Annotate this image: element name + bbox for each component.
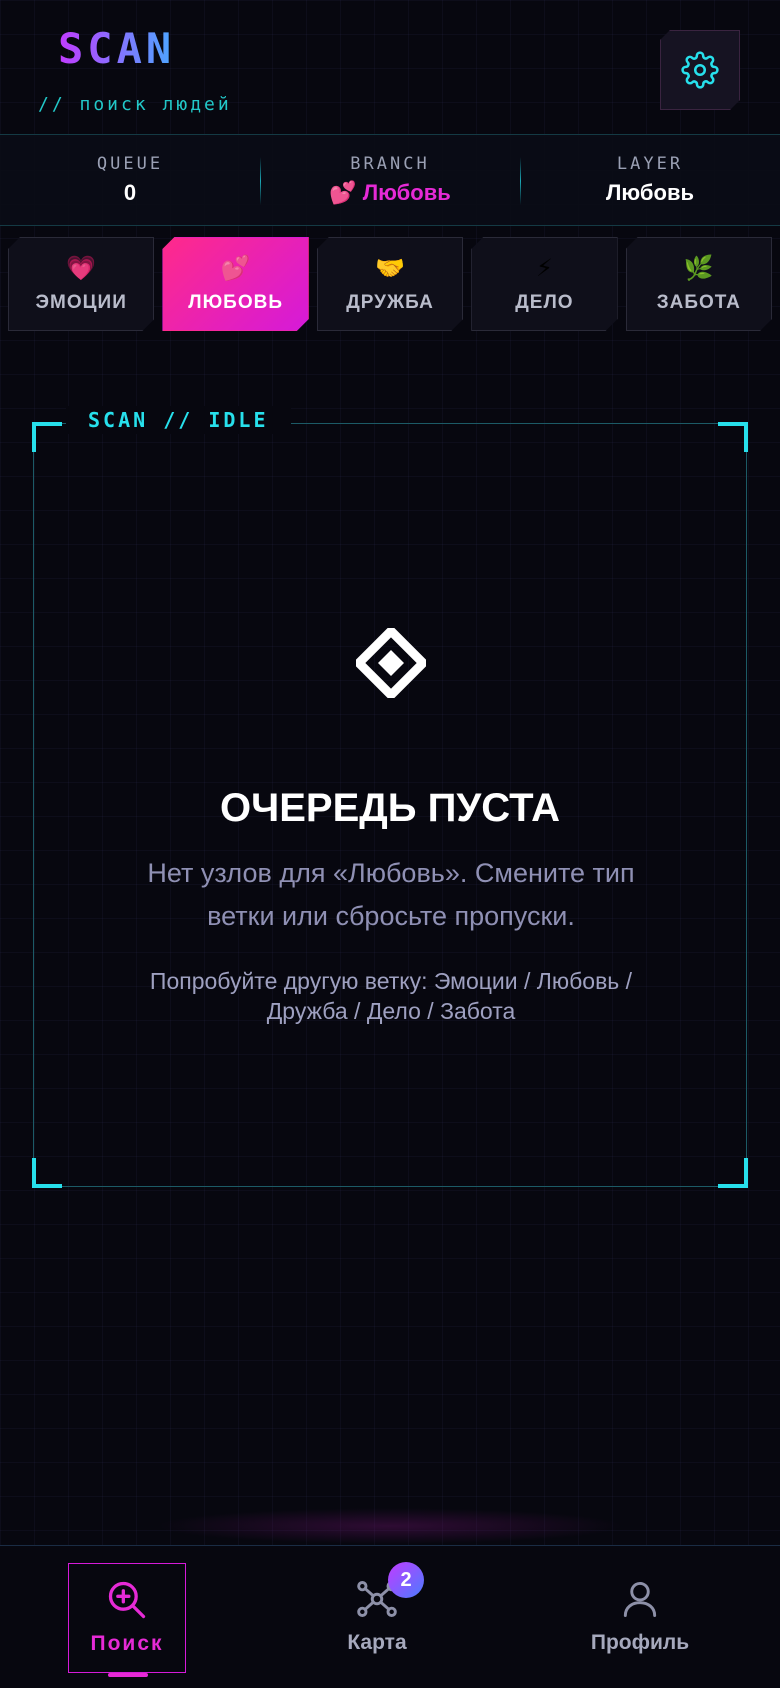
scan-panel: SCAN // IDLE ОЧЕРЕДЬ ПУСТА Нет узлов для… — [32, 406, 748, 1188]
lightning-icon: ⚡ — [535, 254, 553, 282]
stat-queue-label: QUEUE — [96, 154, 164, 174]
empty-state-hint: Попробуйте другую ветку: Эмоции / Любовь… — [149, 968, 633, 1024]
nav-map-label: Карта — [347, 1631, 407, 1654]
scan-status: SCAN // IDLE — [66, 406, 291, 434]
nav-profile-label: Профиль — [590, 1631, 690, 1654]
stat-layer-label: LAYER — [616, 154, 684, 174]
empty-state-title: ОЧЕРЕДЬ ПУСТА — [220, 786, 560, 830]
diamond-icon — [356, 628, 426, 698]
tab-emotions-label: ЭМОЦИИ — [35, 292, 127, 313]
scan-screen: SCAN // поиск людей QUEUE 0 BRANCH 💕 Люб… — [0, 0, 780, 1688]
tab-care[interactable]: 🌿 ЗАБОТА — [626, 237, 772, 331]
tab-care-label: ЗАБОТА — [656, 292, 741, 313]
nav-search[interactable]: Поиск — [68, 1563, 186, 1673]
stat-branch-value-wrap: 💕 Любовь — [329, 180, 451, 206]
tab-emotions[interactable]: 💗 ЭМОЦИИ — [8, 237, 154, 331]
tab-business-label: ДЕЛО — [515, 292, 574, 313]
stat-branch-label: BRANCH — [350, 154, 430, 174]
frame-corner — [32, 1158, 62, 1188]
handshake-icon: 🤝 — [375, 254, 405, 282]
active-indicator — [108, 1673, 148, 1677]
frame-corner — [32, 422, 62, 452]
branch-tabs: 💗 ЭМОЦИИ 💕 ЛЮБОВЬ 🤝 ДРУЖБА ⚡ ДЕЛО 🌿 ЗАБО… — [8, 237, 772, 331]
tab-love[interactable]: 💕 ЛЮБОВЬ — [162, 237, 308, 331]
tab-friendship[interactable]: 🤝 ДРУЖБА — [317, 237, 463, 331]
stats-bar: QUEUE 0 BRANCH 💕 Любовь LAYER Любовь — [0, 134, 780, 226]
heart-icon: 💗 — [66, 254, 97, 282]
tab-love-label: ЛЮБОВЬ — [188, 292, 283, 313]
search-icon — [108, 1581, 146, 1619]
stat-layer-value: Любовь — [605, 180, 694, 205]
user-icon — [623, 1581, 657, 1617]
stat-layer: LAYER Любовь — [520, 135, 780, 225]
empty-state-description: Нет узлов для «Любовь». Смените тип ветк… — [147, 858, 635, 931]
tagline: // поиск людей — [38, 94, 232, 115]
frame-corner — [718, 1158, 748, 1188]
bottom-glow — [156, 1508, 624, 1544]
app-logo: SCAN — [58, 24, 176, 73]
tab-business[interactable]: ⚡ ДЕЛО — [471, 237, 617, 331]
stat-queue-value: 0 — [123, 180, 137, 205]
bottom-nav: Поиск Карта 2 Профиль — [0, 1545, 780, 1688]
stat-queue: QUEUE 0 — [0, 135, 260, 225]
nav-search-label: Поиск — [90, 1632, 164, 1655]
stat-branch: BRANCH 💕 Любовь — [260, 135, 520, 225]
frame-corner — [718, 422, 748, 452]
map-badge: 2 — [388, 1562, 424, 1598]
stat-branch-value: Любовь — [362, 180, 451, 205]
settings-button[interactable] — [660, 30, 740, 110]
gear-icon — [681, 51, 719, 89]
nav-profile[interactable]: Профиль — [575, 1577, 705, 1677]
hearts-icon: 💕 — [220, 254, 251, 282]
hearts-icon: 💕 — [329, 180, 357, 205]
herb-icon: 🌿 — [683, 254, 714, 282]
tab-friendship-label: ДРУЖБА — [346, 292, 434, 313]
